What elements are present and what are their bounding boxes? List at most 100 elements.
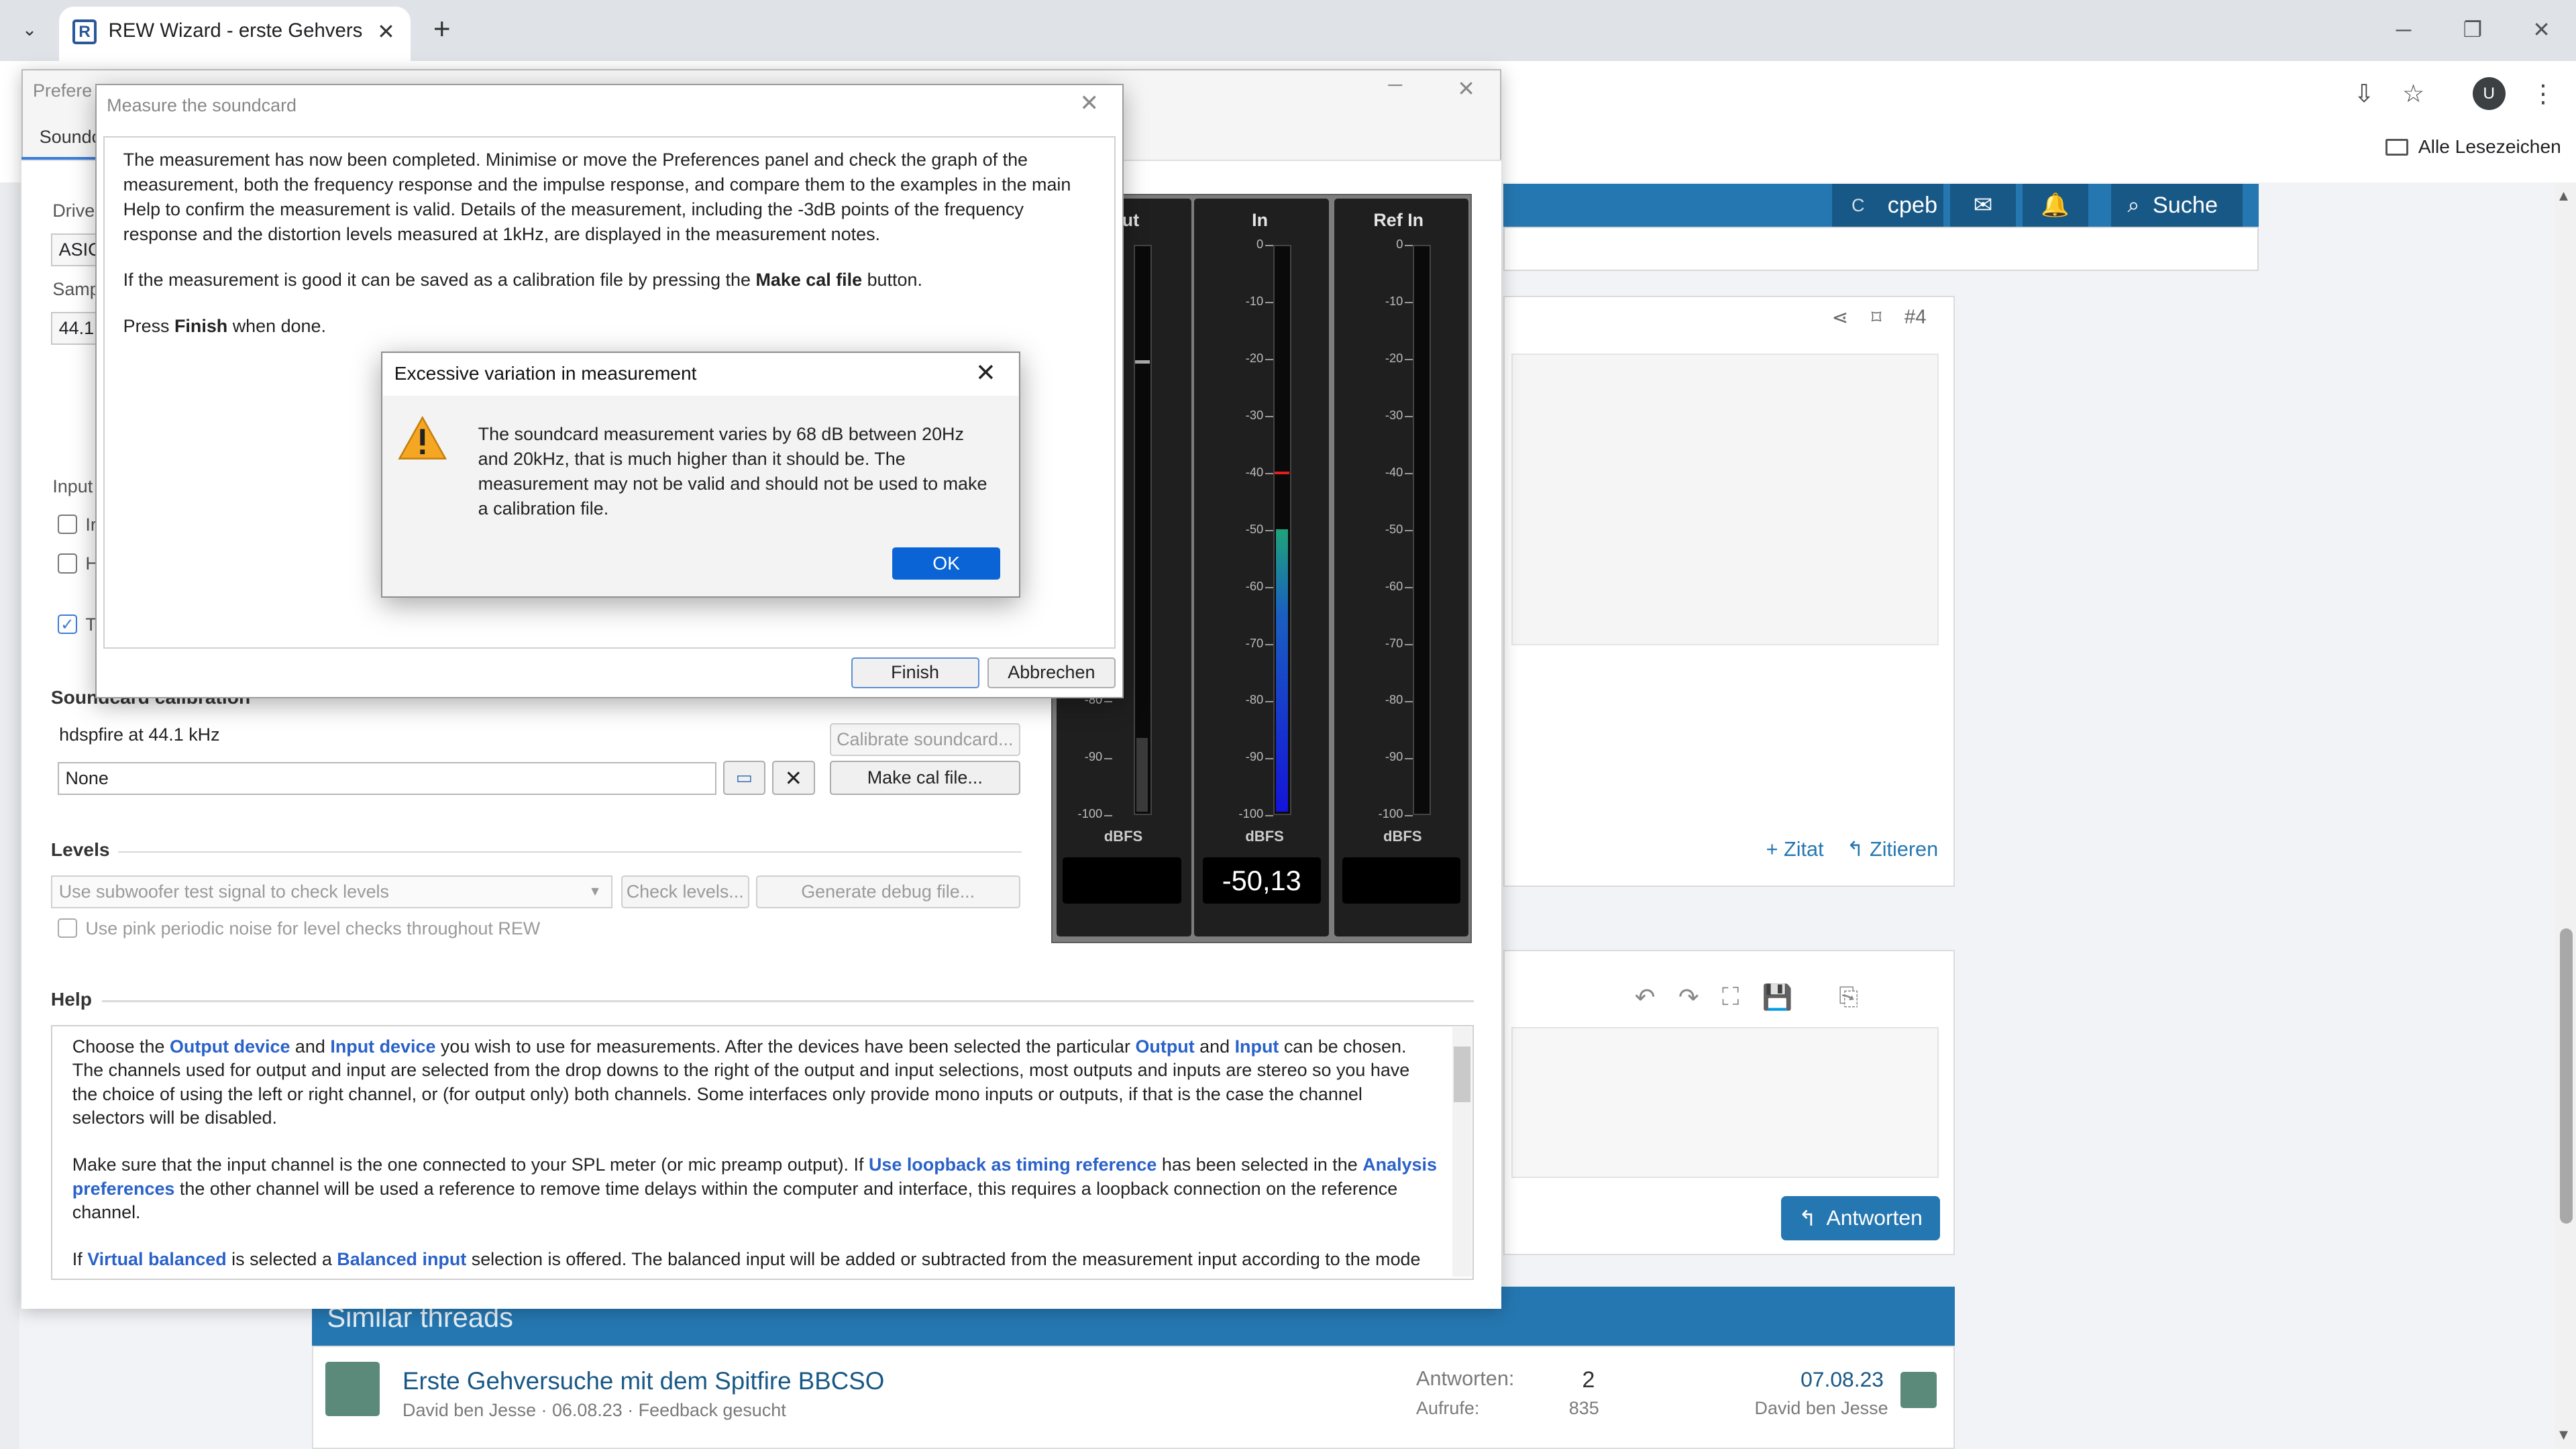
thread-author-avatar[interactable] xyxy=(325,1362,380,1417)
meter-tick-mark xyxy=(1404,529,1413,532)
last-poster-avatar[interactable] xyxy=(1900,1371,1937,1408)
bookmark-icon[interactable]: ⌑ xyxy=(1872,306,1882,329)
levels-signal-select[interactable]: Use subwoofer test signal to check level… xyxy=(50,875,613,909)
generate-debug-button[interactable]: Generate debug file... xyxy=(755,875,1020,909)
thread-row[interactable] xyxy=(312,1345,1955,1449)
search-icon: ⌕ xyxy=(2127,193,2140,217)
tab-close-icon[interactable]: ✕ xyxy=(371,16,400,46)
scroll-up-icon[interactable]: ▲ xyxy=(2557,187,2571,205)
help-title: Help xyxy=(50,989,92,1010)
folder-open-icon[interactable]: ▭ xyxy=(722,760,766,796)
restore-icon[interactable]: ❐ xyxy=(2455,13,2491,46)
help-link-loopback[interactable]: Use loopback as timing reference xyxy=(869,1155,1157,1175)
levels-divider xyxy=(118,851,1022,853)
help-scroll-thumb[interactable] xyxy=(1454,1046,1470,1103)
measure-close-icon[interactable]: ✕ xyxy=(1076,91,1102,117)
preview-icon[interactable]: ⎘ xyxy=(1839,983,1858,1012)
scroll-down-icon[interactable]: ▼ xyxy=(2557,1426,2571,1444)
make-cal-file-button[interactable]: Make cal file... xyxy=(829,760,1020,796)
browser-menu-icon[interactable]: ⋮ xyxy=(2527,77,2560,110)
user-initial: C xyxy=(1851,195,1865,215)
measure-text: The measurement has now been completed. … xyxy=(123,148,1093,360)
tab-soundcard[interactable]: Soundc xyxy=(21,113,104,160)
calibrate-soundcard-button[interactable]: Calibrate soundcard... xyxy=(829,722,1020,756)
page-scrollbar[interactable] xyxy=(2555,182,2576,1449)
meter-tick-mark xyxy=(1404,244,1413,247)
zitat-link[interactable]: + Zitat xyxy=(1766,838,1824,861)
help-divider xyxy=(101,1000,1474,1002)
out-meter-peak xyxy=(1134,360,1150,364)
driver-select[interactable]: ASIC xyxy=(50,233,101,266)
help-link-input-device[interactable]: Input device xyxy=(330,1036,435,1057)
cal-file-field[interactable]: None xyxy=(57,762,716,796)
post-number[interactable]: #4 xyxy=(1904,306,1927,329)
window-close-icon[interactable]: ✕ xyxy=(2524,13,2560,46)
meter-tick-label: -30 xyxy=(1245,407,1264,422)
search-button[interactable]: ⌕ Suche xyxy=(2110,184,2243,227)
help-link-balanced-input[interactable]: Balanced input xyxy=(337,1249,466,1269)
help-link-virtual-balanced[interactable]: Virtual balanced xyxy=(87,1249,226,1269)
all-bookmarks-button[interactable]: Alle Lesezeichen xyxy=(2385,136,2561,158)
alert-title: Excessive variation in measurement xyxy=(394,363,697,384)
tab-search-chevron-icon[interactable]: ⌄ xyxy=(10,11,50,48)
finish-button[interactable]: Finish xyxy=(851,657,979,689)
last-post-user[interactable]: David ben Jesse xyxy=(1755,1398,1888,1419)
in-meter-scale: 0 -10 -20 -30 -40 -50 -60 -70 -80 -90 -100 xyxy=(1208,237,1273,820)
in-meter-readout: -50,13 xyxy=(1202,857,1321,904)
help-link-output[interactable]: Output xyxy=(1135,1036,1194,1057)
share-icon[interactable]: ⋖ xyxy=(1832,306,1849,329)
out-meter-readout xyxy=(1063,857,1181,904)
profile-avatar[interactable]: U xyxy=(2472,77,2506,111)
browser-tab[interactable]: R REW Wizard - erste Gehversuch ✕ xyxy=(59,6,411,61)
input-checkbox-2[interactable] xyxy=(57,553,78,574)
minimize-icon[interactable]: ─ xyxy=(2385,13,2422,46)
ok-button[interactable]: OK xyxy=(892,547,1001,580)
save-draft-icon[interactable]: 💾 xyxy=(1762,983,1793,1012)
mail-icon[interactable]: ✉ xyxy=(1949,184,2016,227)
check-levels-button[interactable]: Check levels... xyxy=(621,875,749,909)
reply-button[interactable]: ↰ Antworten xyxy=(1780,1195,1941,1240)
sample-rate-select[interactable]: 44.1 xyxy=(50,312,97,345)
cancel-button[interactable]: Abbrechen xyxy=(987,657,1116,689)
clear-cal-icon[interactable]: ✕ xyxy=(772,760,815,796)
bookmark-star-icon[interactable]: ☆ xyxy=(2397,77,2430,110)
alert-close-icon[interactable]: ✕ xyxy=(973,359,999,386)
meter-tick-mark xyxy=(1104,814,1112,817)
ref-meter-title: Ref In xyxy=(1373,210,1424,231)
help-link-input[interactable]: Input xyxy=(1235,1036,1279,1057)
input-checkbox-3[interactable]: ✓ xyxy=(57,614,78,635)
levels-title: Levels xyxy=(50,839,110,861)
meter-tick-mark xyxy=(1265,586,1273,589)
help-link-output-device[interactable]: Output device xyxy=(170,1036,290,1057)
input-section-label: Input xyxy=(52,476,93,497)
redo-icon[interactable]: ↷ xyxy=(1678,983,1699,1012)
meter-tick-label: -70 xyxy=(1385,635,1403,650)
reply-textarea[interactable] xyxy=(1511,1026,1939,1178)
username: cpeb xyxy=(1887,192,1938,218)
in-meter: In 0 -10 -20 -30 -40 -50 -60 -70 -80 -90 -100 dBFS… xyxy=(1194,199,1330,936)
prefs-minimize-icon[interactable]: ─ xyxy=(1388,74,1402,97)
thread-title-link[interactable]: Erste Gehversuche mit dem Spitfire BBCSO xyxy=(402,1367,884,1395)
prefs-close-icon[interactable]: ✕ xyxy=(1457,76,1475,101)
fullscreen-icon[interactable]: ⛶ xyxy=(1722,983,1739,1012)
zitieren-link[interactable]: ↰ Zitieren xyxy=(1847,838,1938,861)
help-scrollbar[interactable] xyxy=(1452,1026,1472,1277)
undo-icon[interactable]: ↶ xyxy=(1635,983,1656,1012)
user-menu[interactable]: C cpeb xyxy=(1831,184,1944,227)
out-meter-track xyxy=(1133,244,1152,815)
pink-noise-checkbox[interactable] xyxy=(57,918,78,938)
in-meter-title: In xyxy=(1252,210,1269,231)
in-meter-level-bar xyxy=(1276,529,1288,812)
bell-icon[interactable]: 🔔 xyxy=(2022,184,2088,227)
meter-tick-label: -40 xyxy=(1245,464,1264,479)
last-post-date[interactable]: 07.08.23 xyxy=(1801,1367,1884,1392)
meter-tick-mark xyxy=(1265,700,1273,703)
new-tab-plus-icon[interactable]: + xyxy=(424,11,460,48)
meter-tick-label: 0 xyxy=(1396,236,1403,251)
post-tools: ⋖ ⌑ #4 xyxy=(1832,306,1927,329)
install-app-icon[interactable]: ⇩ xyxy=(2348,77,2381,110)
meter-tick-mark xyxy=(1265,358,1273,361)
scrollbar-thumb[interactable] xyxy=(2559,928,2573,1224)
measure-paragraph-1: The measurement has now been completed. … xyxy=(123,150,1071,244)
input-checkbox-1[interactable] xyxy=(57,514,78,534)
